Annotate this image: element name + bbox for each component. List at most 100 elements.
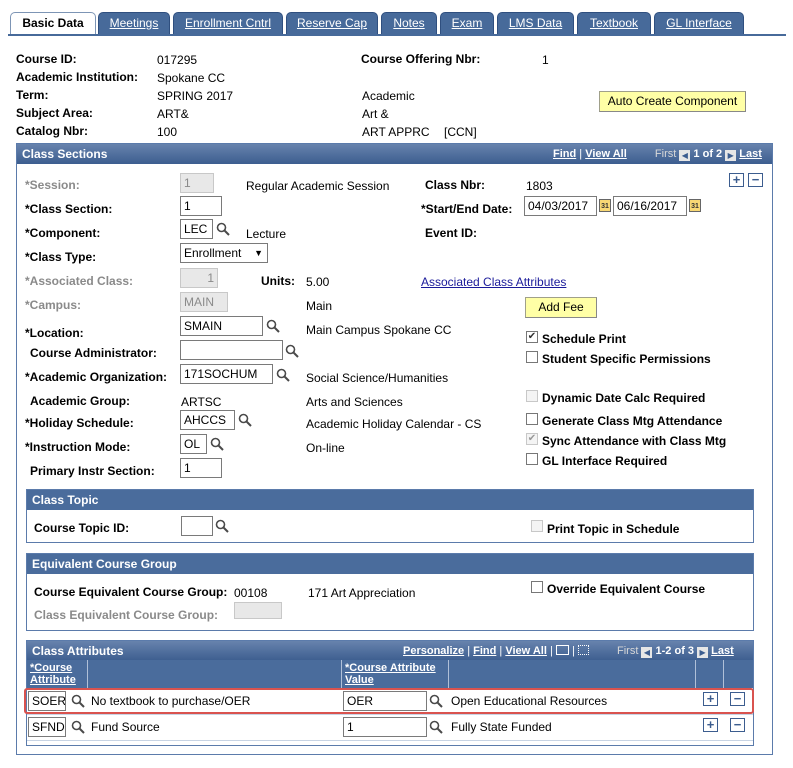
col-course-attribute-value-link[interactable]: *Course Attribute Value [345,662,436,686]
schedule-print-label: Schedule Print [542,332,627,346]
course-topic-input[interactable] [181,516,213,536]
tab-label: Enrollment Cntrl [184,16,272,30]
col-course-attribute-value[interactable]: *Course Attribute Value [342,660,449,688]
acad-group-value: ARTSC [181,395,222,409]
search-icon[interactable] [216,222,230,236]
find-link[interactable]: Find [553,148,576,160]
end-date-input[interactable]: 06/16/2017 [613,196,687,216]
tab-label: Reserve Cap [296,16,368,30]
prev-arrow-icon[interactable]: ◀ [679,150,691,161]
add-row-icon[interactable]: + [729,173,744,187]
class-type-select[interactable]: Enrollment ▼ [180,243,268,263]
institution-label: Academic Institution: [16,70,139,84]
catalog-value: 100 [157,125,178,139]
holiday-desc: Academic Holiday Calendar - CS [306,417,482,431]
dynamic-date-checkbox [526,390,538,402]
delete-row-icon[interactable]: − [730,718,745,732]
associated-class-attributes-link[interactable]: Associated Class Attributes [421,275,566,289]
calendar-icon[interactable]: 31 [689,199,701,212]
search-icon[interactable] [210,437,224,451]
prev-arrow-icon[interactable]: ◀ [641,647,653,658]
search-icon[interactable] [276,368,290,382]
search-icon[interactable] [238,413,252,427]
view-all-link[interactable]: View All [585,148,627,160]
instr-mode-label: *Instruction Mode: [25,440,131,454]
tab-reserve-cap[interactable]: Reserve Cap [286,12,378,34]
next-arrow-icon[interactable]: ▶ [697,647,709,658]
personalize-link[interactable]: Personalize [403,645,464,657]
class-sections-title: Class Sections [22,147,108,161]
course-admin-input[interactable] [180,340,283,360]
primary-instr-input[interactable]: 1 [180,458,222,478]
component-input[interactable]: LEC [180,219,213,239]
tab-label: Meetings [109,16,159,30]
student-permissions-checkbox[interactable] [526,351,538,363]
grid-download-icon[interactable] [577,645,589,655]
tab-notes[interactable]: Notes [381,12,437,34]
calendar-icon[interactable]: 31 [599,199,611,212]
last-link[interactable]: Last [739,148,762,160]
catalog-label: Catalog Nbr: [16,124,88,138]
gl-interface-checkbox[interactable] [526,453,538,465]
zoom-icon[interactable] [555,645,569,655]
col-attr-desc [88,660,342,688]
tab-enrollment-cntrl[interactable]: Enrollment Cntrl [173,12,283,34]
course-id-value: 017295 [157,53,198,67]
schedule-print-checkbox[interactable]: ✔ [526,331,538,343]
acad-org-label: *Academic Organization: [25,370,168,384]
class-section-input[interactable]: 1 [180,196,222,216]
tab-textbook[interactable]: Textbook [577,12,651,34]
class-attributes-column-header: *Course Attribute *Course Attribute Valu… [27,660,753,688]
last-link[interactable]: Last [711,645,734,657]
location-input[interactable]: SMAIN [180,316,263,336]
class-equiv-field [234,602,282,619]
institution-value: Spokane CC [157,71,226,85]
search-icon[interactable] [266,319,280,333]
dynamic-date-label: Dynamic Date Calc Required [542,391,706,405]
primary-instr-label: Primary Instr Section: [30,464,155,478]
search-icon[interactable] [285,344,299,358]
col-course-attribute[interactable]: *Course Attribute [27,660,88,688]
generate-attendance-label: Generate Class Mtg Attendance [542,414,723,428]
course-attribute-input[interactable]: SFND [28,717,66,737]
class-sections-nav: Find | View All First ◀ 1 of 2 ▶ Last [553,148,762,161]
col-course-attribute-link[interactable]: *Course Attribute [30,662,76,686]
next-arrow-icon[interactable]: ▶ [725,150,737,161]
print-topic-checkbox [531,520,543,532]
acad-org-input[interactable]: 171SOCHUM [180,364,273,384]
class-attributes-nav: Personalize | Find | View All | | First … [403,645,734,658]
course-attribute-value-input[interactable]: 1 [343,717,427,737]
tab-lms-data[interactable]: LMS Data [497,12,574,34]
catalog-tag: [CCN] [444,125,477,139]
delete-row-icon[interactable]: − [748,173,763,187]
component-desc: Lecture [246,227,287,241]
tab-basic-data[interactable]: Basic Data [10,12,96,36]
col-delete [724,660,753,688]
find-link[interactable]: Find [473,645,496,657]
search-icon[interactable] [429,720,443,734]
auto-create-component-button[interactable]: Auto Create Component [599,91,746,112]
add-fee-button[interactable]: Add Fee [525,297,597,318]
holiday-input[interactable]: AHCCS [180,410,235,430]
row-count: 1 of 2 [693,148,723,160]
override-equiv-checkbox[interactable] [531,581,543,593]
tab-exam[interactable]: Exam [440,12,494,34]
offering-value: 1 [542,53,549,67]
campus-label: *Campus: [25,298,82,312]
tab-meetings[interactable]: Meetings [98,12,170,34]
acad-org-desc: Social Science/Humanities [306,371,449,385]
acad-group-desc: Arts and Sciences [306,395,403,409]
generate-attendance-checkbox[interactable] [526,413,538,425]
campus-desc: Main [306,299,333,313]
instr-mode-input[interactable]: OL [180,434,207,454]
search-icon[interactable] [71,720,85,734]
tab-underline [8,34,786,36]
gl-interface-label: GL Interface Required [542,454,668,468]
add-row-icon[interactable]: + [703,718,718,732]
search-icon[interactable] [215,519,229,533]
career-value: Academic [362,89,415,103]
tab-gl-interface[interactable]: GL Interface [654,12,744,34]
start-date-input[interactable]: 04/03/2017 [524,196,597,216]
term-value: SPRING 2017 [157,89,234,103]
view-all-link[interactable]: View All [505,645,547,657]
